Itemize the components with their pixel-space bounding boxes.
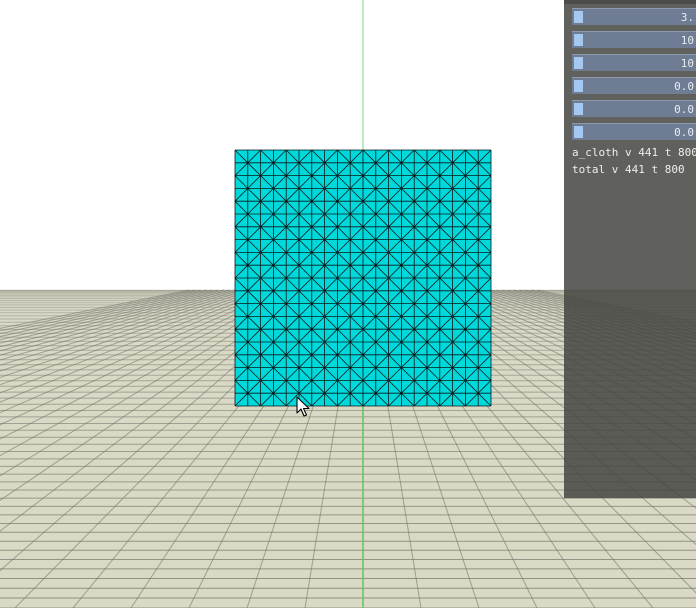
- slider-handle[interactable]: [574, 11, 583, 23]
- slider-handle[interactable]: [574, 126, 583, 138]
- slider-value: 3.: [680, 11, 694, 24]
- slider-value: 10: [680, 57, 694, 70]
- parameter-slider[interactable]: 3.: [572, 8, 696, 25]
- stat-line-cloth: a_cloth v 441 t 800: [572, 146, 696, 159]
- stat-line-total: total v 441 t 800: [572, 163, 685, 176]
- control-panel: 3. 10 10 0.0 0.0 0.0 a_cloth v 441 t 800…: [564, 0, 696, 498]
- parameter-slider[interactable]: 10: [572, 31, 696, 48]
- parameter-slider[interactable]: 0.0: [572, 77, 696, 94]
- slider-handle[interactable]: [574, 57, 583, 69]
- cloth-mesh[interactable]: [234, 149, 492, 407]
- cloth-wireframe: [234, 149, 492, 407]
- slider-handle[interactable]: [574, 80, 583, 92]
- slider-value: 10: [680, 34, 694, 47]
- slider-value: 0.0: [674, 80, 694, 93]
- parameter-slider[interactable]: 0.0: [572, 100, 696, 117]
- slider-value: 0.0: [674, 103, 694, 116]
- slider-handle[interactable]: [574, 103, 583, 115]
- slider-value: 0.0: [674, 126, 694, 139]
- parameter-slider[interactable]: 10: [572, 54, 696, 71]
- parameter-slider[interactable]: 0.0: [572, 123, 696, 140]
- cloth-edges: [234, 149, 492, 407]
- slider-handle[interactable]: [574, 34, 583, 46]
- arrow-cursor-icon: [296, 396, 310, 417]
